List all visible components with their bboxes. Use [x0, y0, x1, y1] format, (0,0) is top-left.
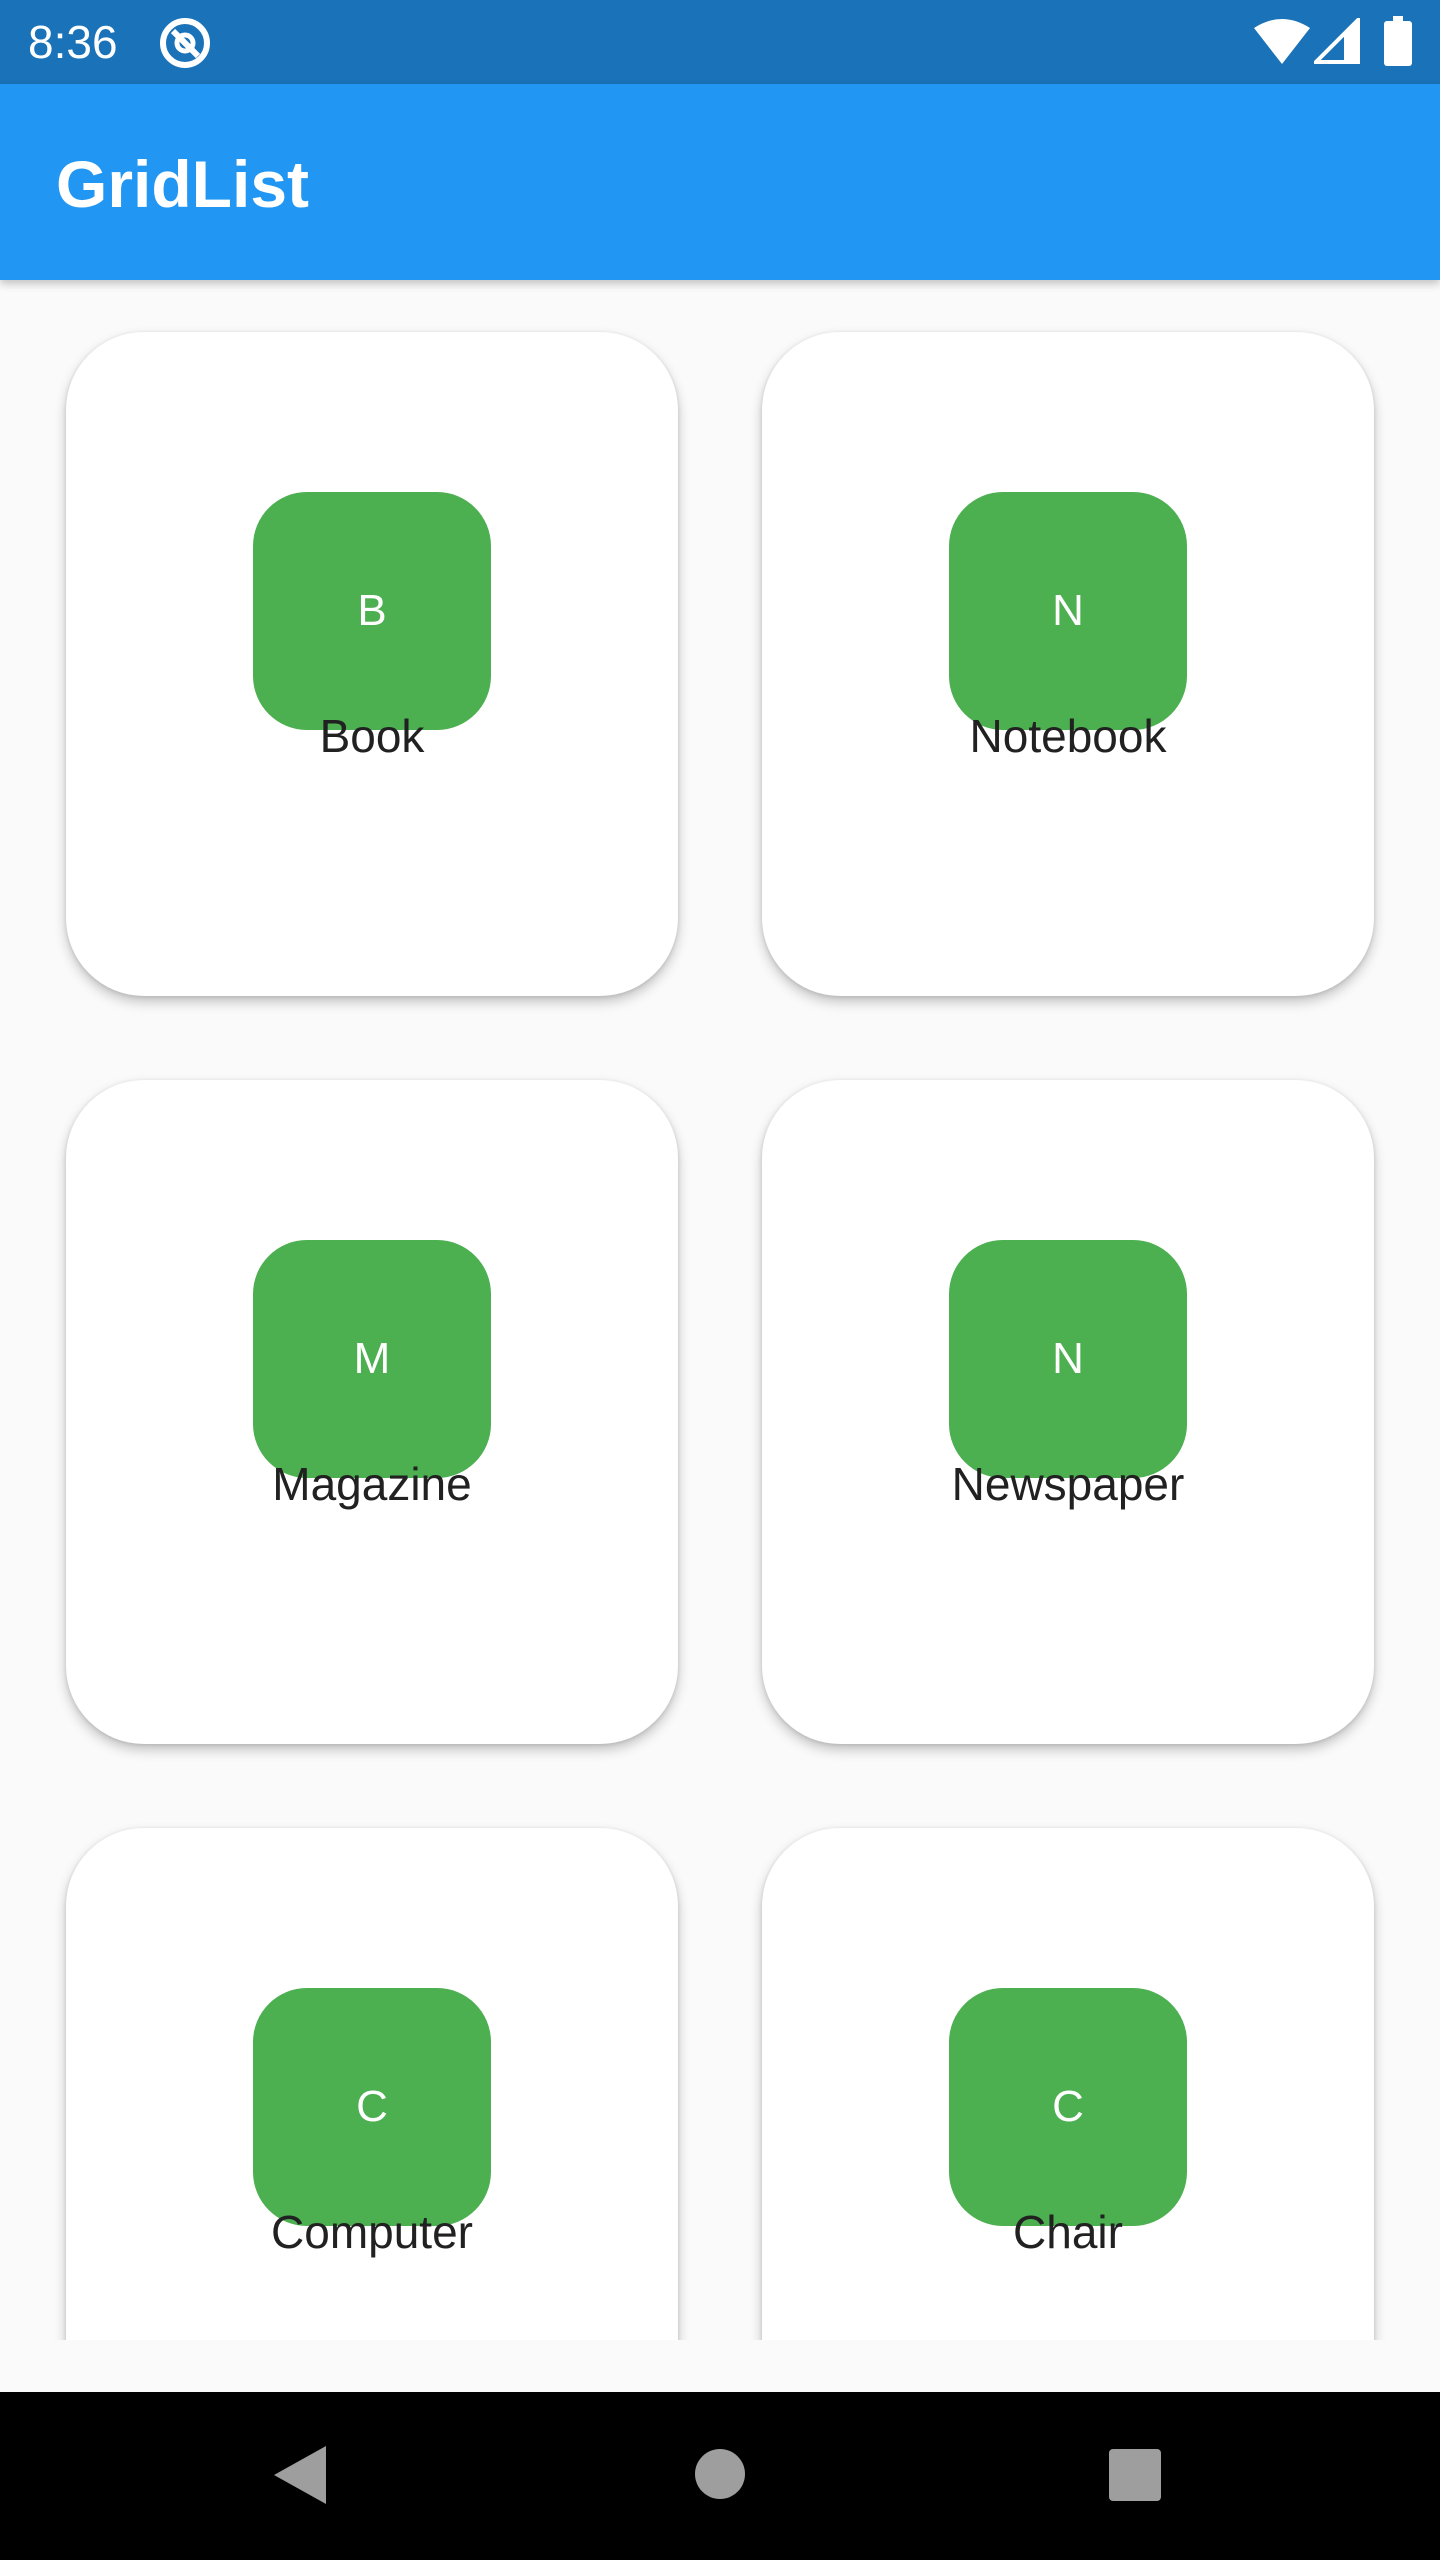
grid-item-book[interactable]: B Book	[66, 332, 678, 996]
grid-item-magazine[interactable]: M Magazine	[66, 1080, 678, 1744]
grid-item-chair[interactable]: C Chair	[762, 1828, 1374, 2340]
grid-item-computer[interactable]: C Computer	[66, 1828, 678, 2340]
app-bar: GridList	[0, 84, 1440, 280]
avatar: N	[949, 1240, 1187, 1478]
page-title: GridList	[56, 147, 310, 221]
avatar: B	[253, 492, 491, 730]
signal-icon	[1314, 18, 1360, 64]
grid-item-label: Computer	[271, 2206, 473, 2258]
at-sign-icon	[160, 18, 210, 68]
grid-list[interactable]: B Book N Notebook M Magazine N Newspaper…	[0, 280, 1440, 2340]
avatar: M	[253, 1240, 491, 1478]
grid-item-label: Newspaper	[951, 1458, 1185, 1510]
grid-item-notebook[interactable]: N Notebook	[762, 332, 1374, 996]
grid: B Book N Notebook M Magazine N Newspaper…	[66, 332, 1374, 2340]
avatar: C	[949, 1988, 1187, 2226]
wifi-icon	[1254, 19, 1310, 64]
navigation-bar	[0, 2392, 1440, 2560]
back-triangle-icon[interactable]	[272, 2444, 328, 2506]
recents-square-icon[interactable]	[1108, 2448, 1162, 2502]
status-time: 8:36	[28, 16, 118, 68]
grid-item-label: Book	[319, 710, 425, 762]
avatar: N	[949, 492, 1187, 730]
status-bar: 8:36	[0, 0, 1440, 84]
grid-item-label: Magazine	[272, 1458, 472, 1510]
grid-item-label: Notebook	[969, 710, 1167, 762]
avatar: C	[253, 1988, 491, 2226]
home-circle-icon[interactable]	[694, 2448, 746, 2500]
grid-item-label: Chair	[1013, 2206, 1123, 2258]
grid-item-newspaper[interactable]: N Newspaper	[762, 1080, 1374, 1744]
battery-icon	[1384, 16, 1412, 66]
